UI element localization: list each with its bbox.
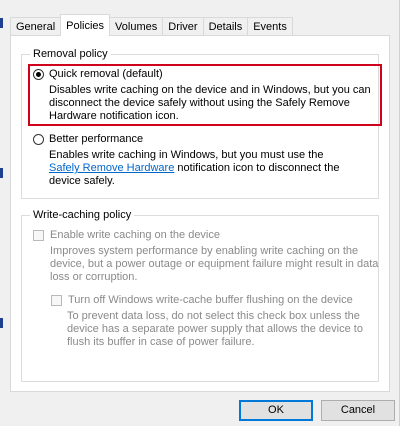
background-window-sliver [0,18,3,28]
tab-general[interactable]: General [10,17,62,36]
enable-write-caching-option[interactable]: Enable write caching on the device [33,229,220,241]
tab-bar: General Policies Volumes Driver Details … [10,14,293,36]
tab-events[interactable]: Events [247,17,293,36]
policies-panel: Removal policy Quick removal (default) D… [10,35,390,392]
enable-write-caching-label[interactable]: Enable write caching on the device [50,229,220,241]
turn-off-flushing-label[interactable]: Turn off Windows write-cache buffer flus… [68,294,353,306]
turnoff-desc-line: flush its buffer in case of power failur… [67,336,255,348]
safely-remove-hardware-link[interactable]: Safely Remove Hardware [49,162,174,174]
better-performance-description: Enables write caching in Windows, but yo… [49,149,379,188]
turnoff-desc-line: To prevent data loss, do not select this… [67,310,360,322]
better-performance-label[interactable]: Better performance [49,133,143,145]
better-desc-line: Enables write caching in Windows, but yo… [49,149,324,161]
window-edge [399,0,407,426]
turnoff-desc-line: device has a separate power supply that … [67,323,363,335]
enable-desc-line: device, but a power outage or equipment … [50,258,379,270]
turn-off-flushing-option[interactable]: Turn off Windows write-cache buffer flus… [51,294,353,306]
write-caching-title: Write-caching policy [30,208,135,222]
better-performance-radio[interactable] [33,133,44,145]
turn-off-flushing-description: To prevent data loss, do not select this… [67,310,377,349]
better-desc-text: notification icon to disconnect the [174,162,340,174]
enable-write-caching-checkbox[interactable] [33,229,44,241]
removal-policy-title: Removal policy [30,47,111,61]
cancel-button[interactable]: Cancel [321,400,395,421]
background-window-sliver [0,318,3,328]
turn-off-flushing-checkbox[interactable] [51,294,62,306]
better-desc-line: Safely Remove Hardware notification icon… [49,162,379,175]
better-performance-option[interactable]: Better performance [33,133,143,145]
tab-volumes[interactable]: Volumes [109,17,164,36]
enable-write-caching-description: Improves system performance by enabling … [50,245,380,284]
enable-desc-line: loss or corruption. [50,271,138,283]
tab-details[interactable]: Details [202,17,249,36]
enable-desc-line: Improves system performance by enabling … [50,245,359,257]
ok-button[interactable]: OK [239,400,313,421]
device-properties-dialog: General Policies Volumes Driver Details … [0,0,407,426]
tab-driver[interactable]: Driver [162,17,204,36]
title-strip [0,0,407,8]
tab-policies[interactable]: Policies [60,14,111,36]
better-desc-line: device safely. [49,175,115,187]
highlight-box [28,64,382,126]
background-window-sliver [0,168,3,178]
